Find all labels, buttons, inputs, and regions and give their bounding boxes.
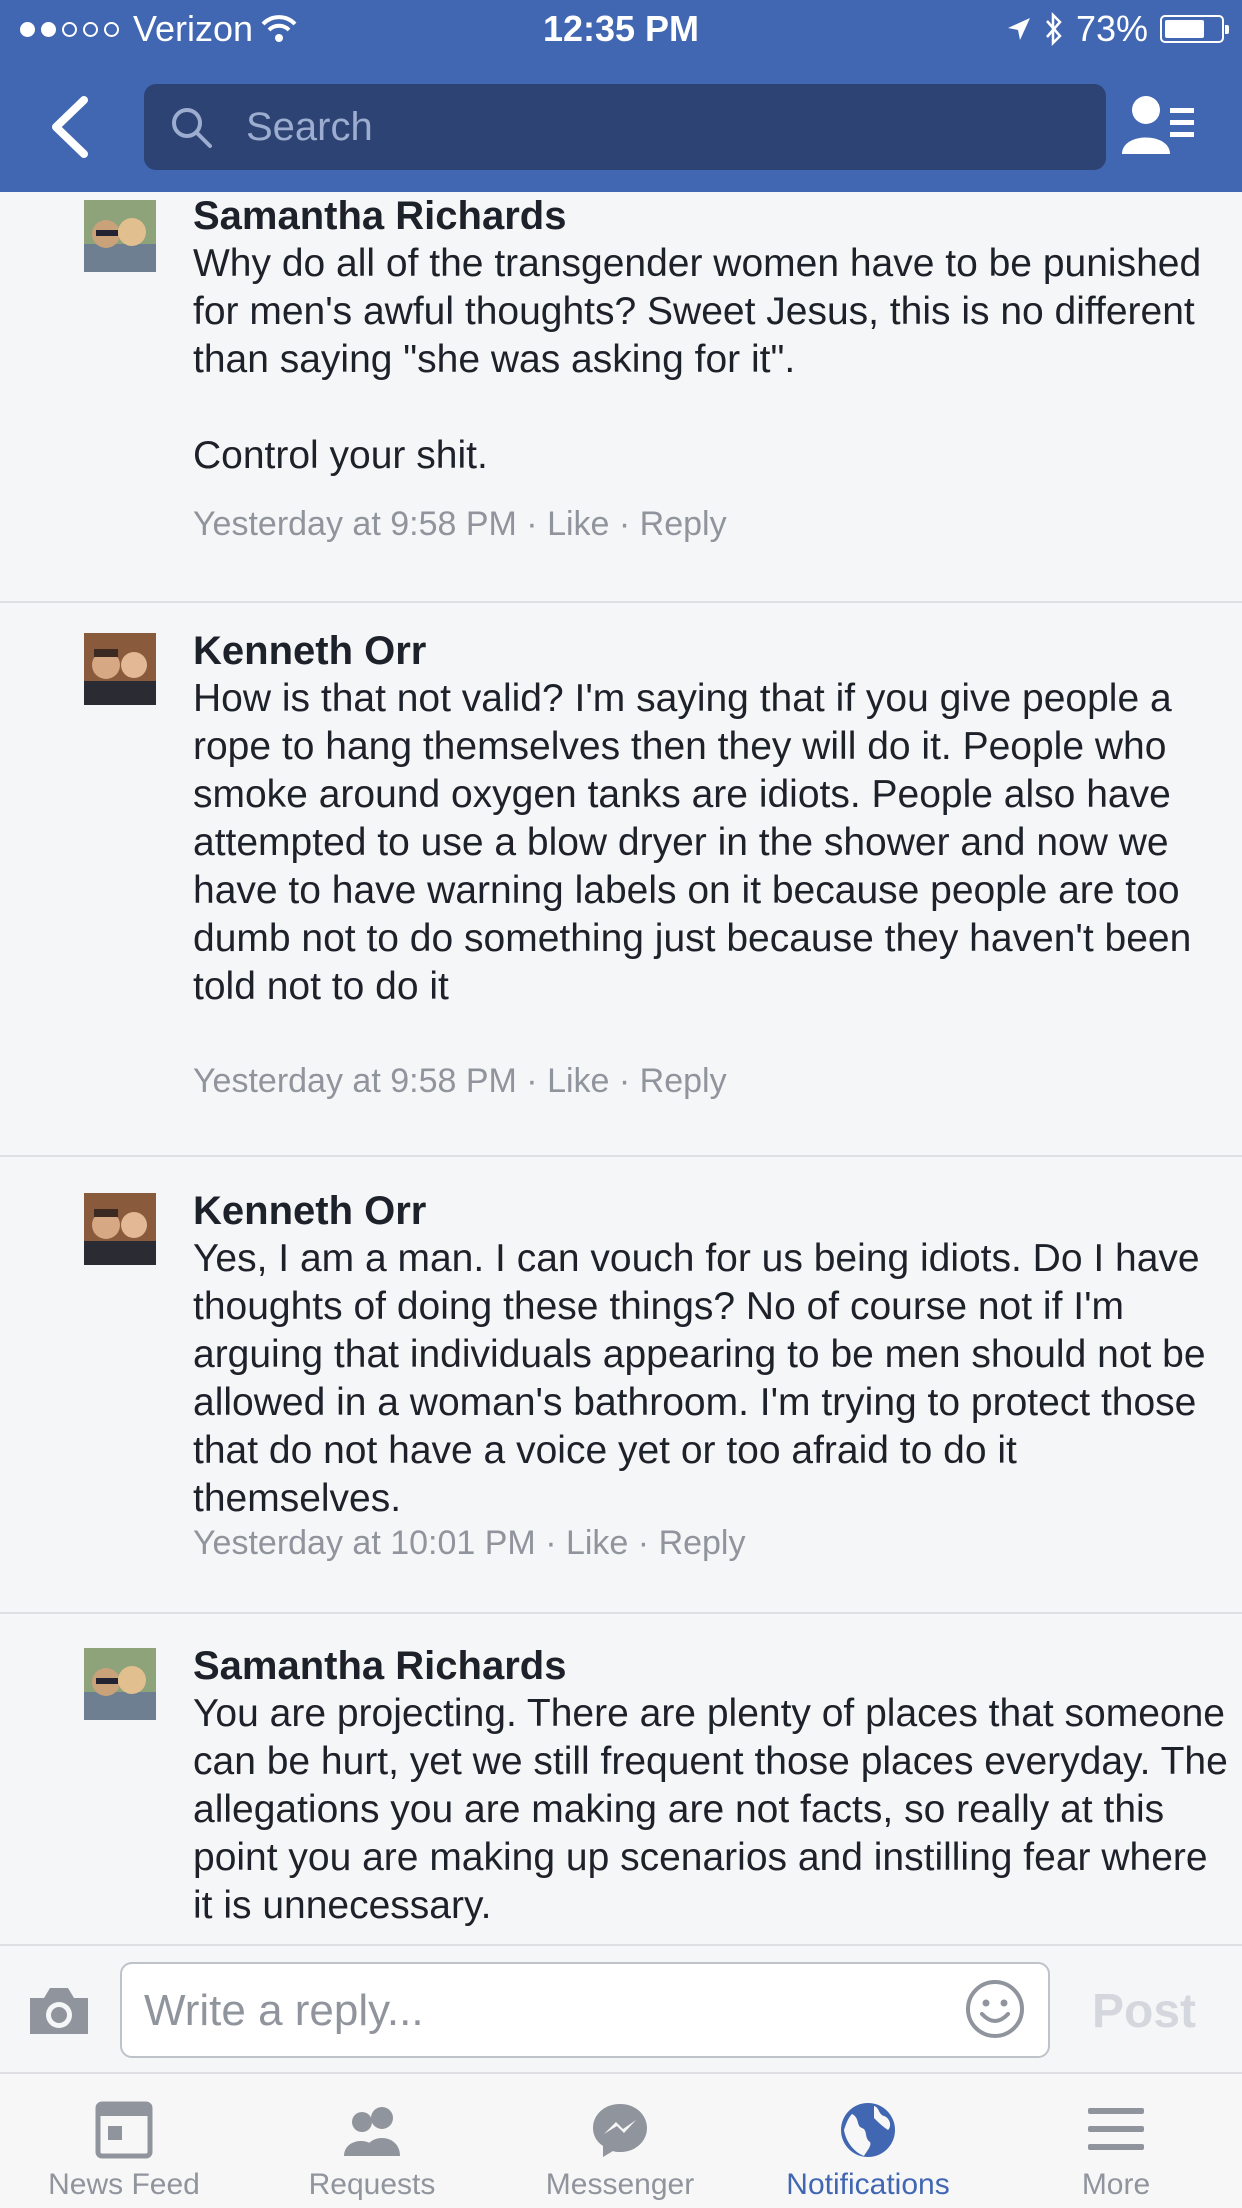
comment-author[interactable]: Kenneth Orr — [193, 1187, 426, 1235]
tab-label: Messenger — [545, 2168, 695, 2201]
requests-icon — [344, 2107, 400, 2156]
location-arrow-icon — [1007, 18, 1030, 40]
tab-news-feed[interactable]: News Feed — [0, 2074, 248, 2208]
avatar[interactable] — [84, 200, 156, 272]
back-arrow-icon[interactable] — [40, 92, 110, 162]
camera-icon[interactable] — [26, 1984, 92, 2038]
comment-author[interactable]: Kenneth Orr — [193, 627, 426, 675]
reply-link[interactable]: Reply — [659, 1524, 746, 1562]
comment: Samantha Richards Why do all of the tran… — [0, 192, 1242, 603]
comment-timestamp: Yesterday at 9:58 PM — [193, 505, 517, 543]
reply-link[interactable]: Reply — [640, 505, 727, 543]
comment: Kenneth Orr Yes, I am a man. I can vouch… — [0, 1155, 1242, 1614]
search-bar[interactable]: Search — [144, 84, 1106, 170]
friends-list-icon[interactable] — [1120, 92, 1196, 162]
globe-icon — [841, 2103, 895, 2157]
avatar[interactable] — [84, 633, 156, 705]
navbar: Search — [0, 70, 1242, 182]
tab-more[interactable]: More — [992, 2074, 1240, 2208]
messenger-icon — [593, 2104, 647, 2157]
tab-notifications[interactable]: Notifications — [744, 2074, 992, 2208]
comment: Samantha Richards You are projecting. Th… — [0, 1612, 1242, 1944]
comment-meta: Yesterday at 10:01 PM · Like · Reply — [193, 1524, 746, 1562]
reply-link[interactable]: Reply — [640, 1062, 727, 1100]
emoji-icon[interactable] — [964, 1978, 1026, 2040]
comment-text: Yes, I am a man. I can vouch for us bein… — [193, 1237, 1206, 1520]
like-link[interactable]: Like — [547, 505, 609, 543]
comment-meta: Yesterday at 9:58 PM · Like · Reply — [193, 1062, 727, 1100]
menu-icon — [1088, 2108, 1144, 2150]
reply-field[interactable]: Write a reply... — [120, 1962, 1050, 2058]
tab-label: News Feed — [48, 2168, 200, 2201]
search-input[interactable]: Search — [246, 105, 373, 150]
comments-thread: Samantha Richards Why do all of the tran… — [0, 192, 1242, 1944]
status-bar: Verizon 12:35 PM 73% — [0, 0, 1242, 60]
comment-author[interactable]: Samantha Richards — [193, 1642, 566, 1690]
comment-meta: Yesterday at 9:58 PM · Like · Reply — [193, 505, 727, 543]
tab-messenger[interactable]: Messenger — [496, 2074, 744, 2208]
bluetooth-icon — [1045, 12, 1062, 46]
comment-timestamp: Yesterday at 9:58 PM — [193, 1062, 517, 1100]
reply-input[interactable]: Write a reply... — [144, 1986, 424, 2036]
tab-label: Notifications — [786, 2168, 950, 2201]
comment: Kenneth Orr How is that not valid? I'm s… — [0, 603, 1242, 1157]
comment-text: You are projecting. There are plenty of … — [193, 1692, 1228, 1927]
like-link[interactable]: Like — [547, 1062, 609, 1100]
tab-requests[interactable]: Requests — [248, 2074, 496, 2208]
avatar[interactable] — [84, 1193, 156, 1265]
comment-text: How is that not valid? I'm saying that i… — [193, 677, 1192, 1008]
post-button[interactable]: Post — [1092, 1984, 1196, 2039]
comment-author[interactable]: Samantha Richards — [193, 192, 566, 240]
comment-text: Why do all of the transgender women have… — [193, 242, 1202, 477]
reply-composer: Write a reply... Post — [0, 1944, 1242, 2074]
app-header: Verizon 12:35 PM 73% Search — [0, 0, 1242, 192]
tab-label: Requests — [308, 2168, 436, 2201]
comment-timestamp: Yesterday at 10:01 PM — [193, 1524, 536, 1562]
tab-label: More — [1081, 2168, 1151, 2201]
battery-icon — [1160, 15, 1229, 43]
avatar[interactable] — [84, 1648, 156, 1720]
search-icon — [172, 108, 212, 148]
news-feed-icon — [95, 2101, 153, 2159]
like-link[interactable]: Like — [566, 1524, 628, 1562]
battery-percent: 73% — [1075, 8, 1148, 49]
tab-bar: News Feed Requests Messenger Notificatio… — [0, 2074, 1242, 2208]
